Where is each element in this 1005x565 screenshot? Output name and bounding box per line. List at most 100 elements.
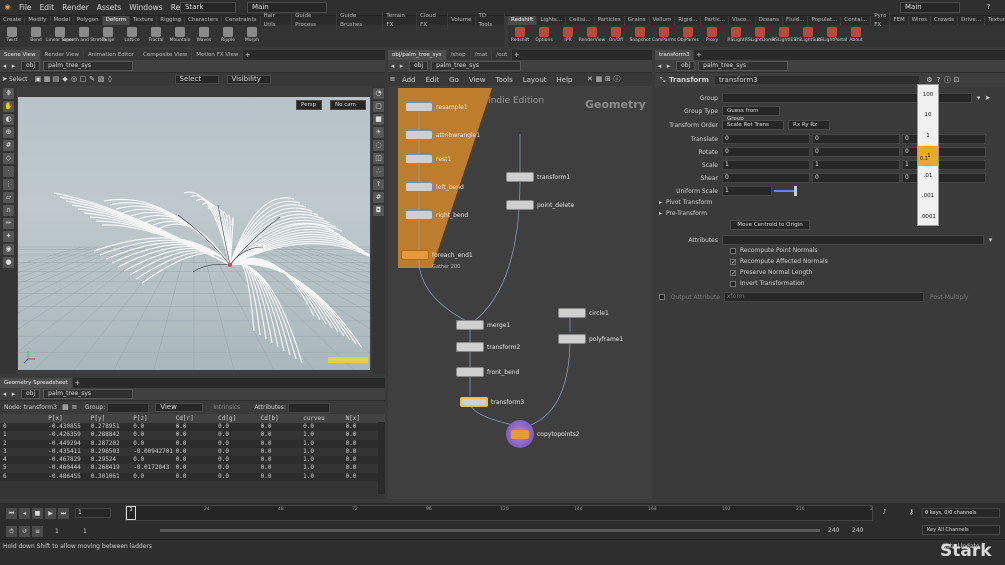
network-menu-view[interactable]: View [464, 76, 491, 84]
tab-animation-editor[interactable]: Animation Editor [83, 50, 140, 60]
shelf-tab-collisi[interactable]: Collisi... [566, 16, 595, 25]
tool-morph[interactable]: Morph [240, 25, 264, 47]
column-header[interactable]: Cd[g] [215, 414, 257, 423]
desktop-select[interactable]: Stark [180, 2, 236, 13]
uniform-scale-input[interactable]: 1 [722, 186, 772, 196]
range-end2-field[interactable]: 240 [852, 527, 863, 534]
shelf-tab-terrain-fx[interactable]: Terrain FX [383, 11, 418, 30]
view-dropdown[interactable]: View [155, 403, 204, 412]
tool-bend[interactable]: Bend [24, 25, 48, 47]
table-row[interactable]: 1 -0.426359 0.288842 0.0 0.0 0.0 0.0 1.0 0.0 [0, 431, 385, 440]
add-tab-icon[interactable]: + [512, 51, 521, 60]
shelf-tab-guide-process[interactable]: Guide Process [292, 11, 338, 30]
shelf-tab-grains[interactable]: Grains [625, 16, 650, 25]
numbers-display-icon[interactable]: # [373, 192, 384, 203]
shelf-tab-drive[interactable]: Drive... [958, 16, 986, 25]
add-tab-icon[interactable]: + [73, 379, 82, 388]
shelf-tab-polygon[interactable]: Polygon [74, 16, 103, 25]
network-list-icon[interactable]: ≡ [388, 75, 397, 84]
table-row[interactable]: 0 -0.430855 0.278951 0.0 0.0 0.0 0.0 0.0 0.0 [0, 423, 385, 432]
node-name-field[interactable]: transform3 [714, 76, 919, 84]
shelf-tab-populat[interactable]: Populat... [808, 16, 842, 25]
shelf-tab-wires[interactable]: Wires [909, 16, 931, 25]
attributes-input[interactable] [287, 402, 330, 413]
network-canvas[interactable]: Indie Edition Geometry resample1 attribw… [388, 86, 652, 499]
ladder-step[interactable]: 1 [918, 126, 938, 146]
shelf-tab-oceans[interactable]: Oceans [756, 16, 784, 25]
select-object-icon[interactable]: ▣ [34, 75, 43, 84]
table-row[interactable]: 5 -0.460444 0.268419 -0.0172043 0.0 0.0 0.0 1.0… [0, 464, 385, 473]
table-row[interactable]: 4 -0.467829 0.29524 0.0 0.0 0.0 0.0 1.0 0.0 [0, 456, 385, 465]
tool-linear-taper[interactable]: Linear Taper [46, 25, 74, 47]
tool-snapshot[interactable]: Snapshot [628, 25, 652, 47]
node-box[interactable] [456, 367, 484, 377]
shelf-tab-cloud-fx[interactable]: Cloud FX [417, 11, 449, 30]
checkbox-icon[interactable] [730, 247, 736, 254]
tool-proxy[interactable]: Proxy [700, 25, 724, 47]
tool-on-off[interactable]: On/Off [604, 25, 628, 47]
back-icon[interactable]: ◂ [0, 390, 9, 399]
tool-smooth-and-stretch[interactable]: Smooth and Stretch [62, 25, 106, 47]
network-snap-icon[interactable]: ⊞ [603, 75, 612, 84]
realtime-icon[interactable]: ⏱ [6, 525, 17, 537]
network-grid-icon[interactable]: ▦ [594, 75, 603, 84]
tab-network-shop[interactable]: /shop [446, 50, 471, 60]
persp-button[interactable]: Persp [296, 100, 322, 110]
rotation-order-dropdown[interactable]: Rx Ry Rz [788, 120, 830, 130]
value-ladder[interactable]: 100 10 1.1.01.001.0001 [917, 84, 939, 226]
back-icon[interactable]: ◂ [655, 62, 664, 71]
wireframe-icon[interactable]: ▢ [373, 101, 384, 112]
tool-waves[interactable]: Waves [192, 25, 216, 47]
node-transform3[interactable]: transform3 [460, 397, 524, 407]
checkmark-icon[interactable]: ✓ [730, 269, 736, 276]
shelf-tab-characters[interactable]: Characters [185, 16, 223, 25]
info-icon[interactable]: ⓘ [943, 76, 952, 85]
network-tools-icon[interactable]: ✕ [585, 75, 594, 84]
group-input[interactable] [107, 402, 150, 413]
scale-x[interactable]: 1 [722, 160, 810, 170]
shelf-tab-constraints[interactable]: Constraints [222, 16, 261, 25]
shelf-tab-deform[interactable]: Deform [102, 16, 131, 25]
network-info-icon[interactable]: ⓘ [612, 75, 621, 84]
shelf-tab-rigging[interactable]: Rigging [157, 16, 186, 25]
table-row[interactable]: 3 -0.435411 0.296503 -0.00942701 0.0 0.0 0.0 1.… [0, 447, 385, 457]
jump-start-icon[interactable]: ⏮ [6, 507, 17, 519]
template-icon[interactable]: ◫ [373, 153, 384, 164]
node-box[interactable] [405, 182, 433, 192]
normals-display-icon[interactable]: ↑ [373, 179, 384, 190]
forward-icon[interactable]: ▸ [397, 62, 406, 71]
shelf-tab-modify[interactable]: Modify [25, 16, 51, 25]
ghost-icon[interactable]: ◌ [373, 140, 384, 151]
tool-redshift[interactable]: Redshift [508, 25, 532, 47]
shelf-tab-volume[interactable]: Volume [448, 16, 476, 25]
node-foreach-end1[interactable]: foreach_end1 [401, 250, 473, 260]
key-all-channels-button[interactable]: Key All Channels [922, 525, 1000, 535]
node-copytopoints2[interactable]: copytopoints2 [506, 420, 580, 448]
handle-tool-icon[interactable]: ✥ [3, 88, 14, 99]
translate-y[interactable]: 0 [812, 134, 900, 144]
jump-end-icon[interactable]: ⏭ [58, 507, 69, 519]
node-merge1[interactable]: merge1 [456, 320, 510, 330]
lasso-icon[interactable]: ◎ [70, 75, 79, 84]
network-menu-edit[interactable]: Edit [421, 76, 445, 84]
secure-selection-icon[interactable]: ◊ [106, 75, 115, 84]
shelf-tab-contai[interactable]: Contai... [841, 16, 872, 25]
view-tool-icon[interactable]: ◐ [3, 114, 14, 125]
shear-y[interactable]: 0 [812, 173, 900, 183]
ladder-step[interactable]: 100 [918, 85, 938, 105]
record-icon[interactable]: ● [3, 257, 14, 268]
points-display-icon[interactable]: ∴ [373, 166, 384, 177]
brush-select-icon[interactable]: ✎ [88, 75, 97, 84]
node-rest1[interactable]: rest1 [405, 154, 451, 164]
table-row[interactable]: 2 -0.449294 0.287202 0.0 0.0 0.0 0.0 1.0 0.0 [0, 439, 385, 448]
key-icon[interactable]: ⚷ [907, 508, 916, 517]
shear-z[interactable]: 0 [902, 173, 986, 183]
shaded-icon[interactable]: ■ [373, 114, 384, 125]
forward-icon[interactable]: ▸ [9, 390, 18, 399]
path-node[interactable]: palm_tree_sys [431, 61, 522, 71]
group-type-dropdown[interactable]: Guess from Group [722, 106, 780, 122]
shelf-tab-create[interactable]: Create [0, 16, 26, 25]
node-box[interactable] [558, 334, 586, 344]
tool-rslightsun[interactable]: RSLightSun [795, 25, 821, 47]
menu-render[interactable]: Render [58, 0, 93, 16]
